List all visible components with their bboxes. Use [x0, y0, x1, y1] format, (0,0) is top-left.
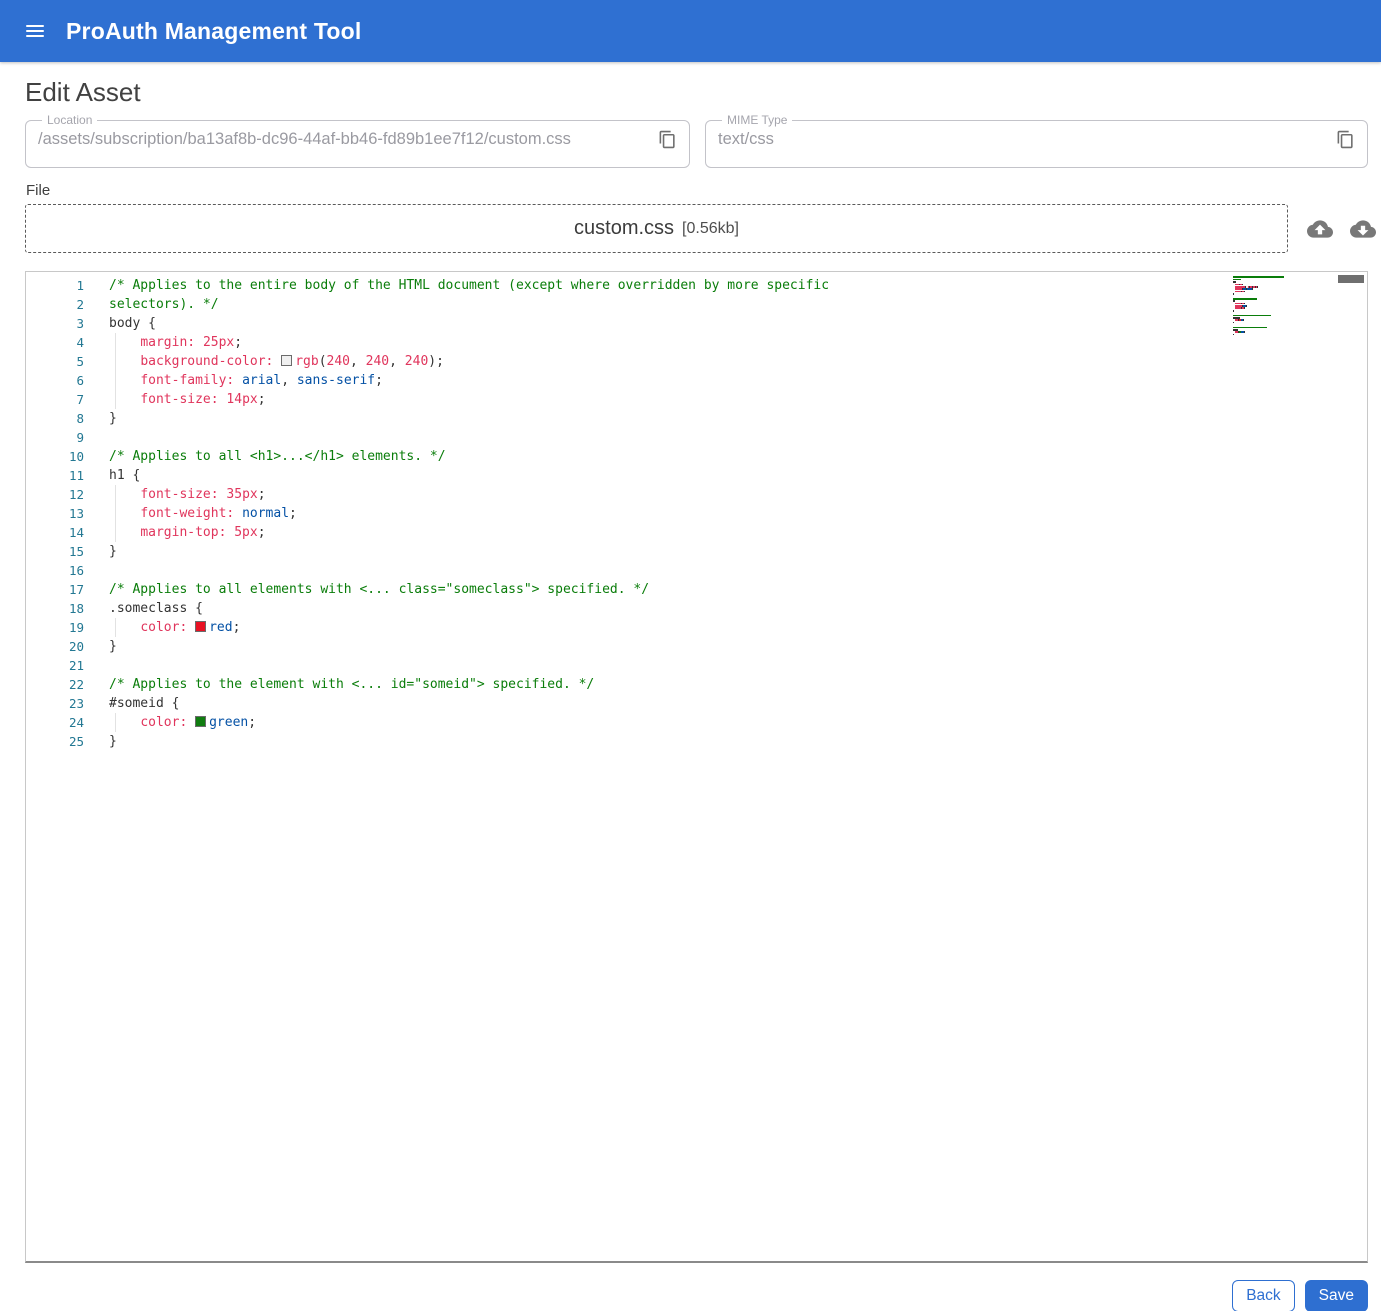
code-editor[interactable]: 1 2 3 4 5 6 7 8 9 10 11 12 13 14 15 16 17 18 19 20 21 22 23 24 2…	[25, 271, 1368, 1263]
code-line[interactable]: color: red;	[109, 618, 1367, 637]
line-number: 4	[76, 335, 84, 350]
line-number: 9	[76, 430, 84, 445]
color-swatch-icon	[195, 621, 207, 632]
code-line[interactable]: }	[109, 732, 1367, 751]
code-line[interactable]: font-size: 14px;	[109, 390, 1367, 409]
cloud-download-icon	[1350, 219, 1376, 245]
line-number: 11	[68, 468, 84, 483]
scrollbar-thumb[interactable]	[1338, 275, 1364, 283]
location-field-value[interactable]: /assets/subscription/ba13af8b-dc96-44af-…	[38, 130, 571, 149]
code-line[interactable]	[109, 561, 1367, 580]
code-line[interactable]: margin: 25px;	[109, 333, 1367, 352]
line-number: 13	[68, 506, 84, 521]
code-line[interactable]: }	[109, 637, 1367, 656]
code-line[interactable]: /* Applies to all elements with <... cla…	[109, 580, 1367, 599]
code-line[interactable]: margin-top: 5px;	[109, 523, 1367, 542]
line-number: 8	[76, 411, 84, 426]
color-swatch-icon	[195, 716, 207, 727]
app-title: ProAuth Management Tool	[66, 17, 362, 44]
footer-actions: Back Save	[25, 1280, 1368, 1311]
fields-row: Location /assets/subscription/ba13af8b-d…	[25, 114, 1368, 168]
copy-icon	[658, 130, 677, 152]
line-number: 5	[76, 354, 84, 369]
cloud-upload-icon	[1307, 219, 1333, 245]
minimap[interactable]	[1233, 276, 1297, 336]
code-line[interactable]: selectors). */	[109, 295, 1367, 314]
code-line[interactable]	[109, 428, 1367, 447]
code-line[interactable]: background-color: rgb(240, 240, 240);	[109, 352, 1367, 371]
app-header: ProAuth Management Tool	[0, 0, 1381, 62]
location-field[interactable]: Location /assets/subscription/ba13af8b-d…	[25, 114, 690, 168]
line-number: 21	[68, 658, 84, 673]
code-line[interactable]: font-weight: normal;	[109, 504, 1367, 523]
line-number: 18	[68, 601, 84, 616]
code-line[interactable]: h1 {	[109, 466, 1367, 485]
line-number: 2	[76, 297, 84, 312]
hamburger-menu-icon[interactable]	[26, 21, 44, 41]
code-line[interactable]: /* Applies to the entire body of the HTM…	[109, 276, 1367, 295]
line-number: 16	[68, 563, 84, 578]
code-line[interactable]: #someid {	[109, 694, 1367, 713]
line-numbers: 1 2 3 4 5 6 7 8 9 10 11 12 13 14 15 16 17 18 19 20 21 22 23 24 2…	[26, 272, 84, 1261]
mime-type-field-value[interactable]: text/css	[718, 130, 774, 149]
file-section-label: File	[26, 182, 51, 199]
line-number: 1	[76, 278, 84, 293]
mime-type-field[interactable]: MIME Type text/css	[705, 114, 1368, 168]
mime-type-field-label: MIME Type	[727, 113, 788, 127]
code-line[interactable]: font-size: 35px;	[109, 485, 1367, 504]
copy-mime-button[interactable]	[1334, 128, 1357, 151]
line-number: 12	[68, 487, 84, 502]
copy-icon	[1336, 130, 1355, 152]
file-row: custom.css [0.56kb]	[25, 204, 1376, 253]
code-line[interactable]: }	[109, 409, 1367, 428]
line-number: 3	[76, 316, 84, 331]
code-line[interactable]: body {	[109, 314, 1367, 333]
back-button[interactable]: Back	[1232, 1280, 1295, 1311]
line-number: 19	[68, 620, 84, 635]
file-dropzone[interactable]: custom.css [0.56kb]	[25, 204, 1288, 253]
code-line[interactable]: }	[109, 542, 1367, 561]
line-number: 17	[68, 582, 84, 597]
download-file-button[interactable]	[1348, 214, 1378, 244]
upload-file-button[interactable]	[1305, 214, 1335, 244]
line-number: 15	[68, 544, 84, 559]
line-number: 24	[68, 715, 84, 730]
line-number: 10	[68, 449, 84, 464]
page-title: Edit Asset	[25, 77, 141, 107]
line-number: 22	[68, 677, 84, 692]
line-number: 6	[76, 373, 84, 388]
code-line[interactable]	[109, 656, 1367, 675]
code-lines[interactable]: /* Applies to the entire body of the HTM…	[84, 272, 1367, 1261]
save-button[interactable]: Save	[1304, 1280, 1368, 1311]
line-number: 25	[68, 734, 84, 749]
line-number: 20	[68, 639, 84, 654]
code-line[interactable]: color: green;	[109, 713, 1367, 732]
code-line[interactable]: font-family: arial, sans-serif;	[109, 371, 1367, 390]
line-number: 23	[68, 696, 84, 711]
line-number: 7	[76, 392, 84, 407]
copy-location-button[interactable]	[656, 128, 679, 151]
location-field-label: Location	[47, 113, 93, 127]
main-content: Edit Asset Location /assets/subscription…	[0, 77, 1381, 1311]
file-size: [0.56kb]	[682, 219, 739, 237]
color-swatch-icon	[281, 355, 293, 366]
file-name: custom.css	[574, 217, 675, 239]
line-number: 14	[68, 525, 84, 540]
code-line[interactable]: /* Applies to the element with <... id="…	[109, 675, 1367, 694]
code-line[interactable]: /* Applies to all <h1>...</h1> elements.…	[109, 447, 1367, 466]
code-line[interactable]: .someclass {	[109, 599, 1367, 618]
